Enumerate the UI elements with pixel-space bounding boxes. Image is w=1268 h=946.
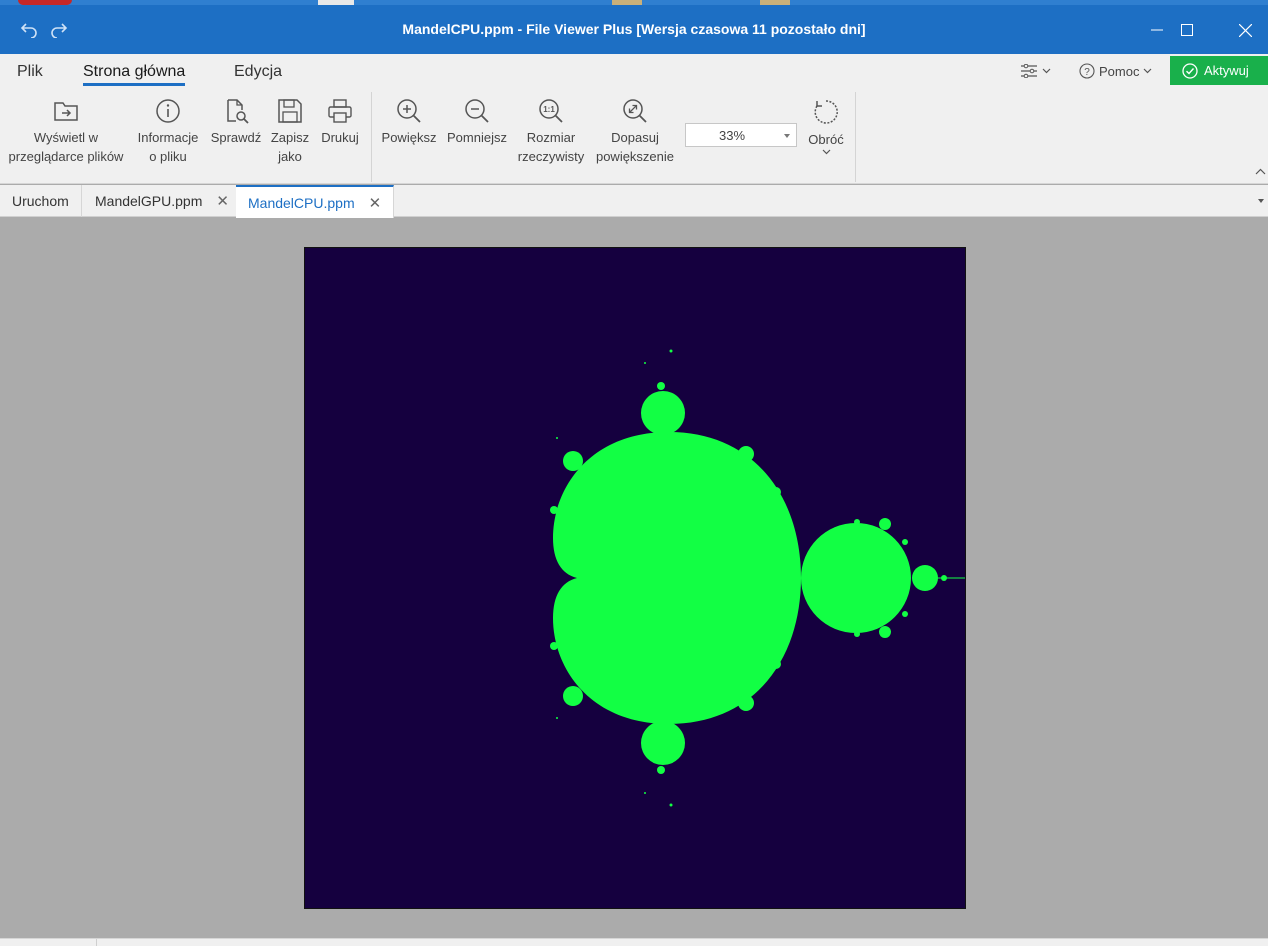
zoom-out-button[interactable]: Pomniejsz (443, 98, 511, 147)
taskbar-tan-mark (760, 0, 790, 5)
actual-size-icon: 1:1 (539, 99, 563, 123)
collapse-ribbon-button[interactable] (1255, 162, 1266, 180)
chevron-up-icon (1255, 168, 1266, 175)
close-icon (1238, 23, 1252, 37)
chevron-down-icon (822, 149, 830, 155)
file-info-line1: Informacje (137, 130, 199, 145)
activate-button[interactable]: Aktywuj (1170, 56, 1268, 85)
open-in-browser-line1: Wyświetl w (33, 130, 99, 145)
document-tab-bar: Uruchom MandelGPU.ppm ✕ MandelCPU.ppm ✕ (0, 185, 1268, 218)
chevron-down-icon (1042, 68, 1051, 74)
zoom-in-icon (397, 99, 421, 123)
sliders-icon (1021, 64, 1037, 78)
dropdown-arrow-icon (784, 134, 790, 138)
taskbar-red-mark (18, 0, 72, 5)
zoom-in-label: Powiększ (381, 130, 437, 145)
info-icon (156, 99, 180, 123)
zoom-level-value: 33% (718, 128, 746, 143)
image-viewer-area[interactable] (0, 218, 1268, 938)
tab-label: Uruchom (12, 193, 69, 209)
file-info-line2: o pliku (149, 149, 187, 164)
activate-label: Aktywuj (1204, 63, 1249, 78)
zoom-out-icon (465, 99, 489, 123)
close-window-button[interactable] (1216, 8, 1268, 52)
zoom-level-select[interactable]: 33% (685, 123, 797, 147)
file-search-icon (227, 99, 249, 124)
help-label: Pomoc (1099, 63, 1140, 79)
taskbar-tan-mark (612, 0, 642, 5)
ppm-image (304, 247, 966, 909)
print-label: Drukuj (321, 130, 359, 145)
tab-plik[interactable]: Plik (17, 63, 43, 81)
fit-zoom-line2: powiększenie (595, 149, 675, 164)
rotate-button[interactable]: Obróć (800, 98, 852, 159)
window-title: MandelCPU.ppm - File Viewer Plus [Wersja… (402, 21, 866, 37)
open-in-browser-button[interactable]: Wyświetl w przeglądarce plików (4, 98, 128, 166)
maximize-button[interactable] (1158, 8, 1216, 52)
actual-size-line2: rzeczywisty (517, 149, 585, 164)
zoom-in-button[interactable]: Powiększ (378, 98, 440, 147)
zoom-out-label: Pomniejsz (447, 130, 507, 145)
settings-button[interactable] (1020, 62, 1051, 80)
tab-list-dropdown-icon[interactable] (1258, 199, 1264, 203)
maximize-icon (1181, 24, 1193, 36)
status-bar (0, 938, 1268, 946)
fit-zoom-line1: Dopasuj (611, 130, 659, 145)
taskbar-light-mark (318, 0, 354, 5)
check-label: Sprawdź (210, 130, 262, 145)
actual-size-line1: Rozmiar (526, 130, 576, 145)
file-info-button[interactable]: Informacje o pliku (134, 98, 202, 166)
ribbon-separator (371, 92, 372, 182)
title-bar: MandelCPU.ppm - File Viewer Plus [Wersja… (0, 0, 1268, 54)
save-as-line1: Zapisz (270, 130, 310, 145)
printer-icon (328, 99, 352, 123)
actual-size-button[interactable]: 1:1 Rozmiar rzeczywisty (514, 98, 588, 166)
taskbar-strip (0, 0, 1268, 5)
check-button[interactable]: Sprawdź (207, 98, 265, 147)
svg-text:?: ? (1084, 67, 1090, 78)
print-button[interactable]: Drukuj (316, 98, 364, 147)
tab-mandelgpu[interactable]: MandelGPU.ppm ✕ (83, 185, 242, 217)
ribbon-toolbar: Wyświetl w przeglądarce plików Informacj… (0, 90, 1268, 184)
save-icon (278, 99, 302, 123)
tab-strona-glowna[interactable]: Strona główna (83, 63, 186, 86)
svg-text:1:1: 1:1 (543, 105, 555, 114)
mandelbrot-image (305, 248, 965, 908)
help-icon: ? (1079, 63, 1095, 79)
tab-mandelcpu[interactable]: MandelCPU.ppm ✕ (236, 185, 395, 218)
save-as-line2: jako (278, 149, 302, 164)
help-button[interactable]: ? Pomoc (1079, 62, 1152, 80)
folder-arrow-icon (54, 102, 78, 121)
fit-zoom-icon (623, 99, 647, 123)
close-tab-icon[interactable]: ✕ (216, 192, 229, 210)
tab-label: MandelGPU.ppm (95, 193, 203, 209)
tab-edycja[interactable]: Edycja (234, 63, 282, 81)
status-divider (96, 939, 97, 946)
ribbon-separator (855, 92, 856, 182)
rotate-label: Obróć (808, 132, 844, 147)
close-tab-icon[interactable]: ✕ (369, 194, 382, 212)
tab-uruchom[interactable]: Uruchom (0, 185, 82, 217)
ribbon-tab-row: Plik Strona główna Edycja (0, 54, 1268, 90)
open-in-browser-line2: przeglądarce plików (8, 149, 124, 164)
chevron-down-icon (1144, 68, 1152, 74)
rotate-icon (814, 100, 838, 124)
tab-label: MandelCPU.ppm (248, 194, 355, 211)
fit-zoom-button[interactable]: Dopasuj powiększenie (592, 98, 678, 166)
save-as-button[interactable]: Zapisz jako (266, 98, 314, 166)
check-circle-icon (1182, 62, 1198, 79)
